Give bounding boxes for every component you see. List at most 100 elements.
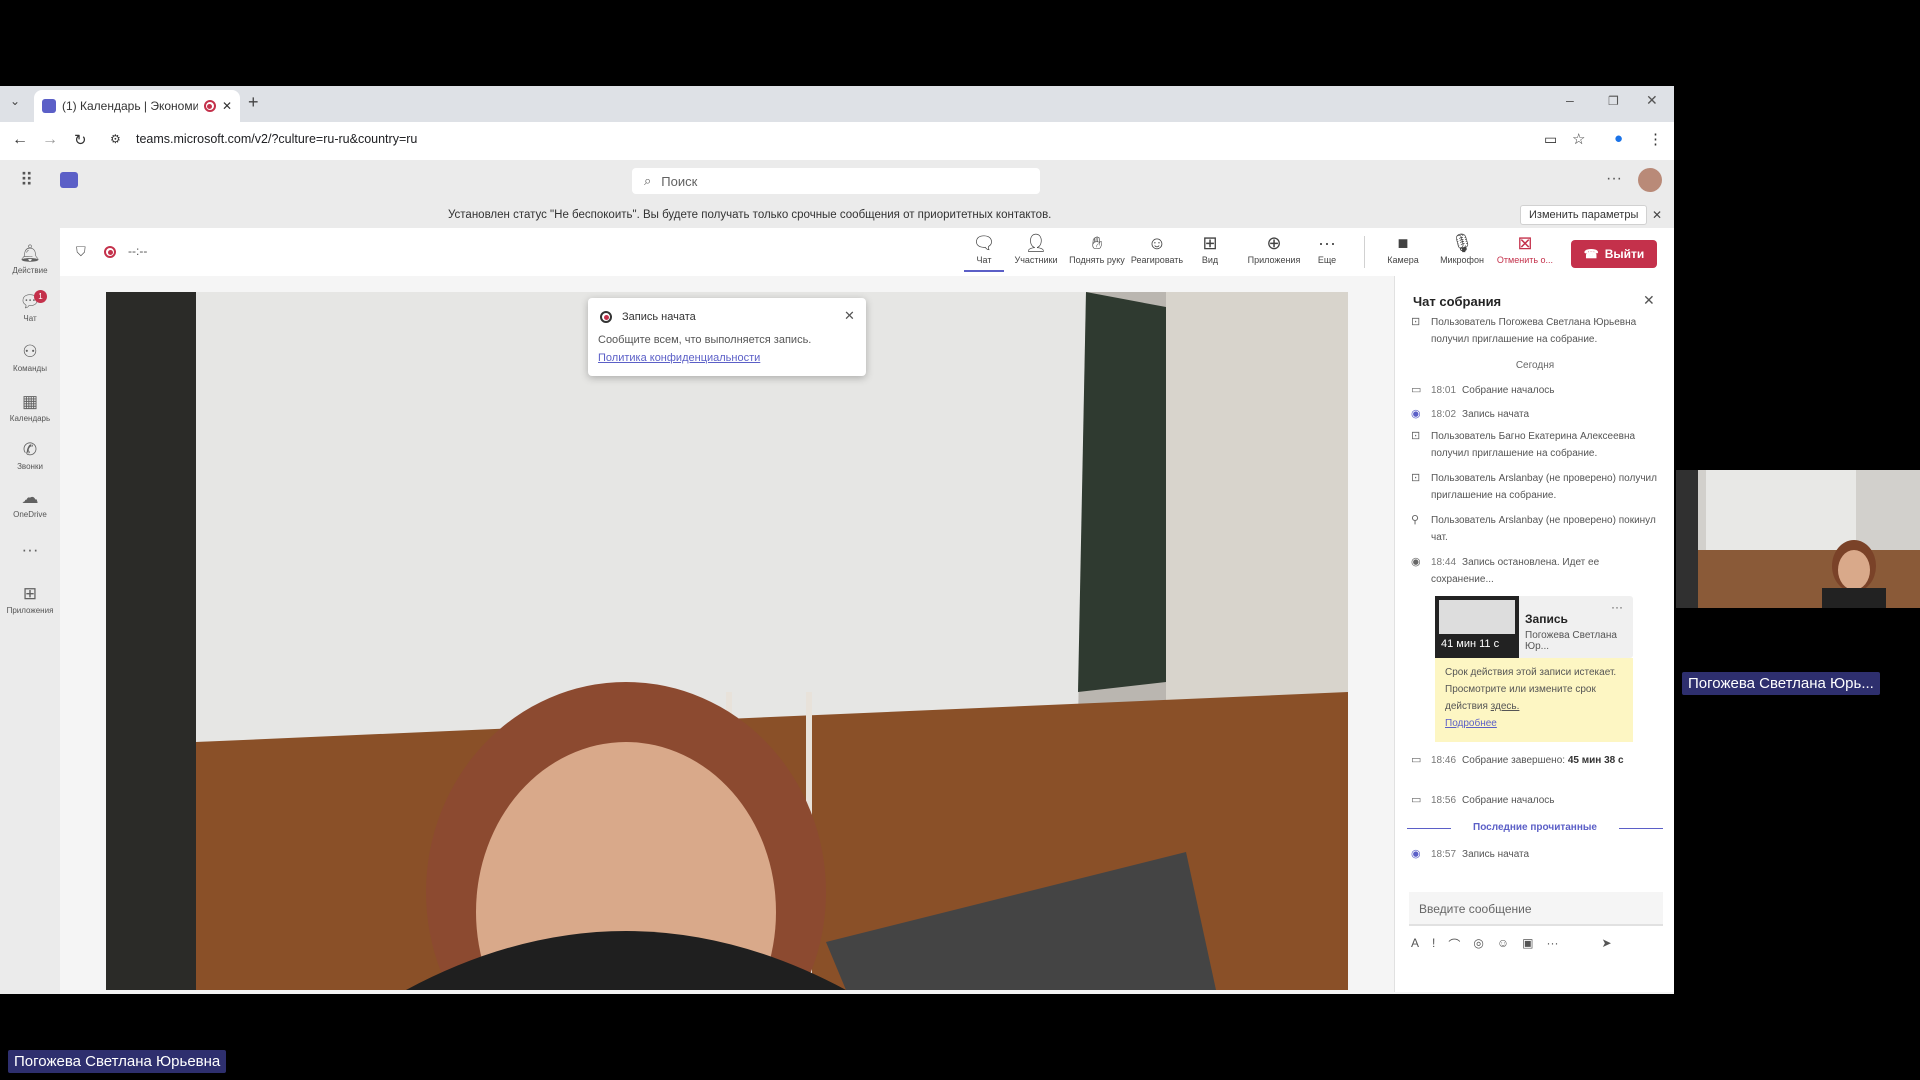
- compose-more-icon[interactable]: ···: [1546, 936, 1558, 954]
- hand-icon: ✋︎: [1091, 233, 1103, 253]
- cast-icon[interactable]: ▭: [1544, 131, 1557, 148]
- teams-logo-icon: [60, 172, 78, 188]
- browser-menu-icon[interactable]: ⋮: [1648, 130, 1663, 148]
- event-time: 18:01: [1431, 385, 1457, 396]
- toolbar-participants-button[interactable]: 👤︎ Участники: [1006, 232, 1066, 265]
- video-icon: ▭: [1411, 754, 1422, 766]
- teams-favicon-icon: [42, 99, 56, 113]
- toolbar-view-button[interactable]: ⊞ Вид: [1190, 232, 1230, 265]
- event-text: Собрание началось: [1462, 385, 1555, 396]
- video-icon: ▭: [1411, 384, 1422, 396]
- rail-label: Действие: [12, 266, 48, 275]
- person-left-icon: ⚲: [1411, 514, 1420, 526]
- event-time: 18:57: [1431, 849, 1457, 860]
- search-input[interactable]: ⌕ Поиск: [632, 168, 1040, 194]
- attach-icon[interactable]: ⌒: [1448, 936, 1460, 954]
- learn-more-link[interactable]: Подробнее: [1445, 718, 1497, 729]
- event-text: Пользователь Arslanbay (не проверено) по…: [1431, 473, 1657, 501]
- send-icon[interactable]: ➤: [1601, 936, 1611, 954]
- url-field[interactable]: teams.microsoft.com/v2/?culture=ru-ru&co…: [136, 132, 417, 146]
- recording-indicator-icon: [203, 100, 216, 112]
- recording-icon: ◉: [1411, 408, 1421, 420]
- toolbar-camera-button[interactable]: ■ Камера: [1378, 232, 1428, 265]
- browser-tab[interactable]: (1) Календарь | Экономик... ✕: [34, 90, 240, 122]
- toolbar-label: Участники: [1014, 255, 1058, 265]
- toolbar-raise-hand-button[interactable]: ✋︎ Поднять руку: [1066, 232, 1128, 265]
- hangup-icon: ☎: [1583, 247, 1599, 261]
- rail-item-onedrive[interactable]: ☁ OneDrive: [0, 488, 60, 519]
- message-input[interactable]: Введите сообщение: [1409, 892, 1663, 926]
- self-name-badge: Погожева Светлана Юрь...: [1682, 672, 1880, 695]
- emoji-icon[interactable]: ☺: [1497, 936, 1509, 954]
- recording-icon: ◉: [1411, 556, 1421, 568]
- forward-icon[interactable]: →: [42, 131, 58, 149]
- user-avatar[interactable]: [1638, 168, 1662, 192]
- toolbar-cancel-button[interactable]: ⊠ Отменить о...: [1496, 232, 1554, 265]
- rail-item-chat[interactable]: 💬︎ Чат 1: [0, 290, 60, 323]
- last-read-separator: Последние прочитанные: [1407, 820, 1663, 838]
- expiry-link[interactable]: здесь.: [1491, 701, 1520, 712]
- recording-more-icon[interactable]: ···: [1611, 600, 1623, 614]
- recording-title: Запись: [1525, 612, 1568, 626]
- event-text: Собрание началось: [1462, 795, 1555, 806]
- thumbnail-preview: [1439, 600, 1515, 634]
- format-icon[interactable]: A: [1411, 936, 1419, 954]
- toolbar-label: Приложения: [1247, 255, 1301, 265]
- meeting-timer: --:--: [128, 244, 148, 258]
- rail-item-calendar[interactable]: ▦ Календарь: [0, 392, 60, 423]
- privacy-policy-link[interactable]: Политика конфиденциальности: [598, 352, 760, 364]
- tab-search-icon[interactable]: ⌄: [10, 94, 20, 108]
- minimize-icon[interactable]: –: [1566, 92, 1574, 108]
- invite-icon: ⊡: [1411, 430, 1421, 442]
- rail-item-apps[interactable]: ⊞ Приложения: [0, 584, 60, 615]
- rail-label: Чат: [23, 314, 37, 323]
- close-tab-icon[interactable]: ✕: [222, 99, 232, 113]
- recording-card[interactable]: 41 мин 11 с Запись Погожева Светлана Юр.…: [1435, 596, 1633, 658]
- toolbar-chat-button[interactable]: 🗨︎ Чат: [964, 232, 1004, 272]
- rail-item-teams[interactable]: ⚇ Команды: [0, 342, 60, 373]
- important-icon[interactable]: !: [1432, 936, 1435, 954]
- toast-close-icon[interactable]: ✕: [844, 308, 855, 324]
- toolbar-react-button[interactable]: ☺ Реагировать: [1128, 232, 1186, 265]
- settings-more-icon[interactable]: ···: [1606, 170, 1622, 188]
- chat-event: ⊡ Пользователь Багно Екатерина Алексеевн…: [1411, 428, 1661, 462]
- close-window-icon[interactable]: ✕: [1646, 92, 1658, 109]
- leave-button[interactable]: ☎ Выйти: [1571, 240, 1657, 268]
- toolbar-label: Камера: [1387, 255, 1419, 265]
- compose-toolbar: A ! ⌒ ◎ ☺ ▣ ··· ➤: [1411, 936, 1665, 954]
- back-icon[interactable]: ←: [12, 131, 28, 149]
- chat-event: ⚲ Пользователь Arslanbay (не проверено) …: [1411, 512, 1661, 546]
- rail-item-activity[interactable]: 🔔︎ Действие: [0, 244, 60, 275]
- bookmark-star-icon[interactable]: ☆: [1572, 130, 1585, 148]
- more-icon: ···: [21, 540, 39, 559]
- profile-icon[interactable]: ●: [1614, 130, 1623, 147]
- rail-more[interactable]: ···: [0, 540, 60, 562]
- gif-icon[interactable]: ▣: [1522, 936, 1533, 954]
- chat-close-icon[interactable]: ✕: [1643, 292, 1655, 309]
- chat-event: ▭ 18:56 Собрание началось: [1411, 792, 1661, 809]
- rail-item-calls[interactable]: ✆ Звонки: [0, 440, 60, 471]
- toolbar-mic-button[interactable]: 🎙︎ Микрофон: [1434, 232, 1490, 265]
- change-settings-button[interactable]: Изменить параметры: [1520, 205, 1648, 225]
- browser-window: ⌄ (1) Календарь | Экономик... ✕ + – ❐ ✕ …: [0, 86, 1674, 994]
- toolbar-divider: [1364, 236, 1365, 268]
- app-launcher-icon[interactable]: ⠿: [20, 170, 33, 191]
- event-text: Пользователь Arslanbay (не проверено) по…: [1431, 515, 1656, 543]
- tab-title: (1) Календарь | Экономик...: [62, 99, 198, 113]
- participant-video[interactable]: [106, 292, 1348, 990]
- restore-icon[interactable]: ❐: [1608, 94, 1619, 108]
- event-time: 18:56: [1431, 795, 1457, 806]
- notice-close-icon[interactable]: ✕: [1652, 208, 1662, 222]
- meeting-duration: 45 мин 38 с: [1567, 755, 1624, 766]
- shield-icon[interactable]: ⛉: [76, 244, 86, 260]
- toolbar-apps-button[interactable]: ⊕ Приложения: [1244, 232, 1304, 265]
- chat-title: Чат собрания: [1413, 294, 1502, 309]
- self-view-video[interactable]: [1676, 470, 1920, 608]
- site-info-icon[interactable]: ⚙: [110, 132, 121, 146]
- loop-icon[interactable]: ◎: [1473, 936, 1483, 954]
- reload-icon[interactable]: ↻: [74, 131, 87, 149]
- event-time: 18:44: [1431, 557, 1457, 568]
- toolbar-label: Чат: [976, 255, 992, 265]
- toolbar-more-button[interactable]: ··· Еще: [1312, 232, 1342, 265]
- new-tab-icon[interactable]: +: [248, 92, 259, 113]
